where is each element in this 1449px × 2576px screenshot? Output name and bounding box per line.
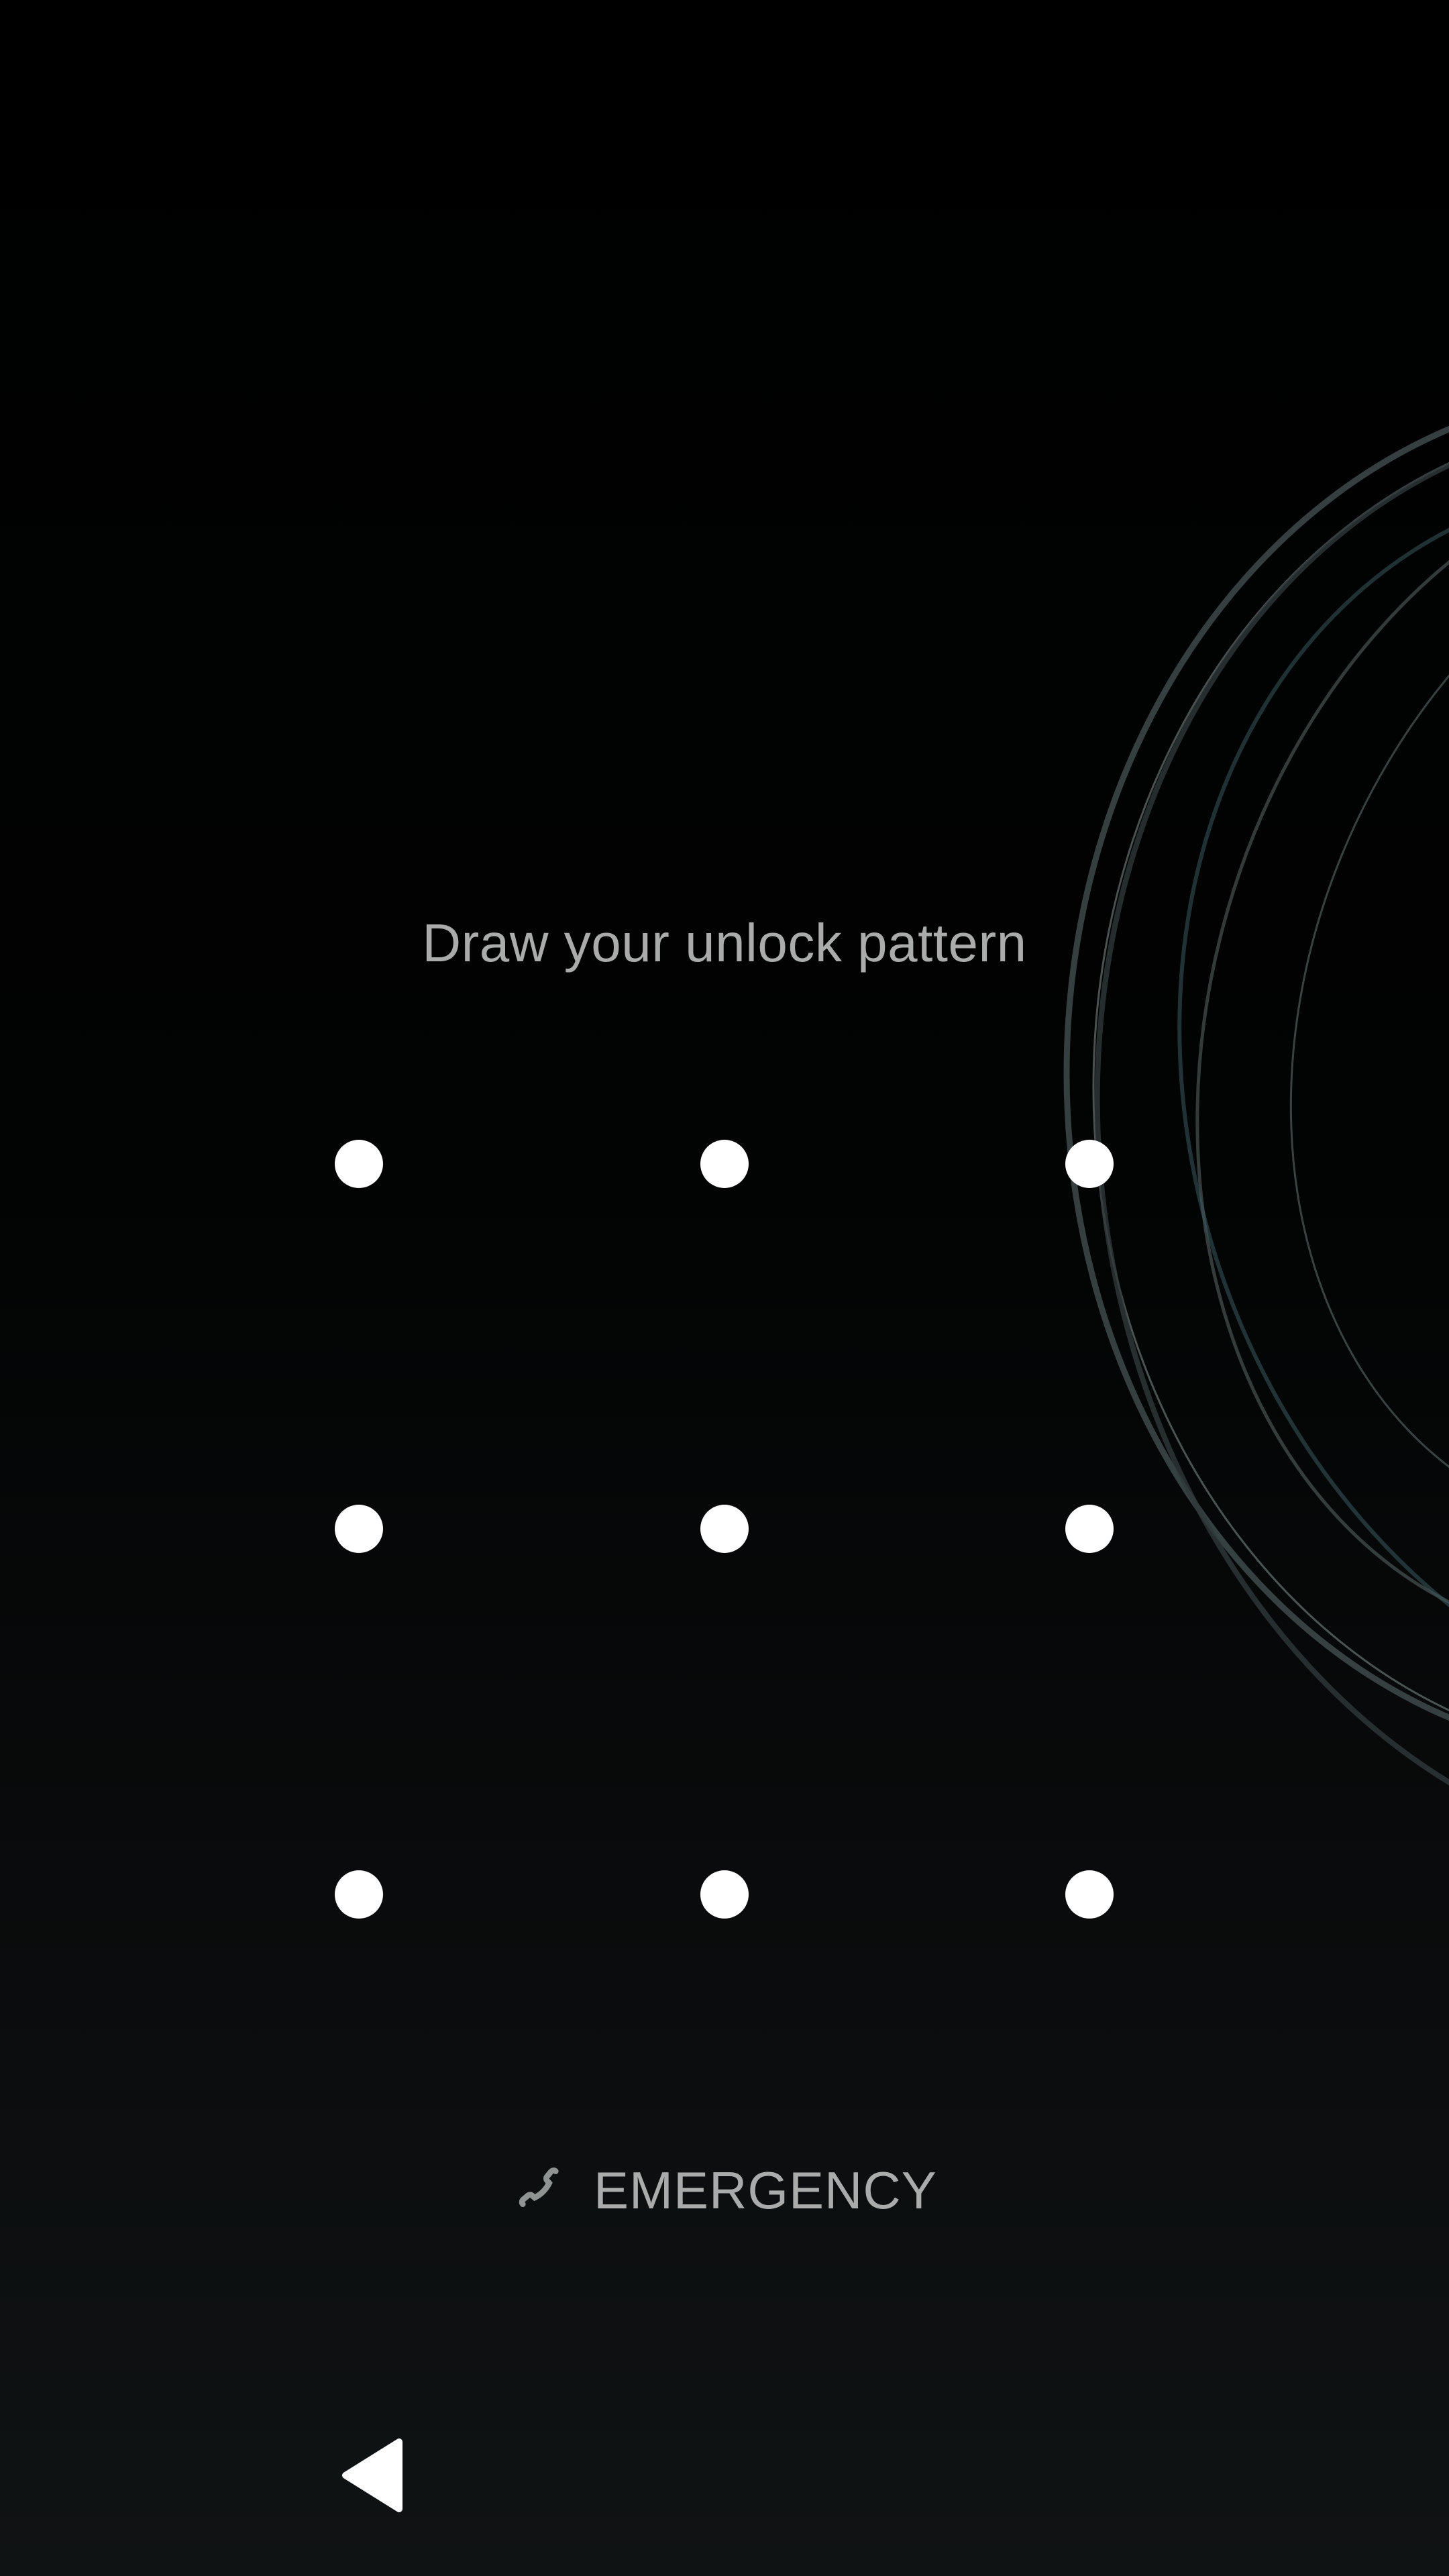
- emergency-call-button[interactable]: EMERGENCY: [510, 2153, 937, 2227]
- pattern-dot-3[interactable]: [1065, 1140, 1114, 1188]
- pattern-dot-6[interactable]: [1065, 1505, 1114, 1553]
- back-triangle-icon[interactable]: [335, 2435, 409, 2516]
- lock-screen: Draw your unlock pattern EMERGENCY: [0, 0, 1449, 2576]
- pattern-dot-5[interactable]: [700, 1505, 749, 1553]
- pattern-dot-2[interactable]: [700, 1140, 749, 1188]
- pattern-dot-1[interactable]: [335, 1140, 383, 1188]
- pattern-dot-4[interactable]: [335, 1505, 383, 1553]
- pattern-dot-8[interactable]: [700, 1870, 749, 1919]
- phone-icon: [519, 2167, 559, 2207]
- pattern-dot-9[interactable]: [1065, 1870, 1114, 1919]
- emergency-label: EMERGENCY: [594, 2160, 937, 2220]
- pattern-dot-7[interactable]: [335, 1870, 383, 1919]
